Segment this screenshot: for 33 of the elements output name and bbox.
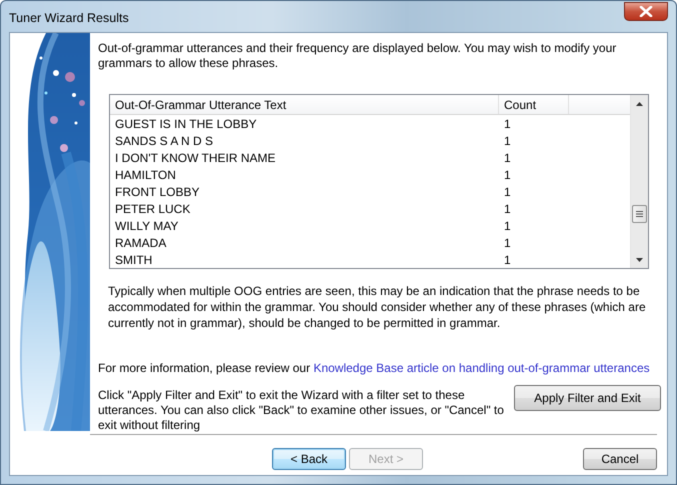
utterance-cell-text: I DON'T KNOW THEIR NAME — [114, 150, 277, 164]
count-cell-text: 1 — [503, 218, 512, 232]
intro-text: Out-of-grammar utterances and their frequency are displayed below. You may wish to modify your grammars to allow these phrases. — [98, 41, 618, 71]
close-button[interactable] — [624, 2, 668, 21]
column-header[interactable]: Out-Of-Grammar Utterance Text — [110, 95, 499, 114]
scroll-thumb[interactable] — [632, 205, 647, 223]
utterance-cell-text: RAMADA — [114, 236, 168, 250]
utterance-cell-text: WILLY MAY — [114, 218, 180, 232]
column-header[interactable]: Count — [499, 95, 569, 114]
count-cell-text: 1 — [503, 150, 512, 164]
utterance-cell-text: HAMILTON — [114, 168, 177, 182]
note-text: Typically when multiple OOG entries are seen, this may be an indication that the phrase needs to be accommodated for within the grammar. You should consider whether any of these phrases (which are currently not in grammar), should be changed to be permitted in grammar. — [108, 283, 647, 331]
utterance-cell-text: SANDS S A N D S — [114, 134, 214, 148]
apply-filter-button[interactable]: Apply Filter and Exit — [514, 385, 661, 411]
knowledge-base-link[interactable]: Knowledge Base article on handling out-of-grammar utterances — [313, 361, 650, 375]
wizard-button[interactable]: Cancel — [583, 448, 657, 470]
info-text: For more information, please review our — [98, 361, 310, 375]
utterance-cell-text: GUEST IS IN THE LOBBY — [114, 116, 258, 130]
scrollbar[interactable] — [630, 95, 648, 268]
wizard-button[interactable]: < Back — [272, 448, 346, 470]
count-cell-text: 1 — [503, 184, 512, 198]
count-cell-text: 1 — [503, 168, 512, 182]
count-cell-text: 1 — [503, 236, 512, 250]
utterance-cell-text: SMITH — [114, 252, 154, 266]
utterance-cell-text: PETER LUCK — [114, 202, 192, 216]
utterance-cell-text: FRONT LOBBY — [114, 184, 200, 198]
count-cell-text: 1 — [503, 134, 512, 148]
close-icon — [639, 6, 653, 17]
instruction-text: Click "Apply Filter and Exit" to exit the Wizard with a filter set to these utterances. You can also click "Back" to examine other issues, or "Cancel" to exit without filtering — [98, 388, 505, 433]
window-title: Tuner Wizard Results — [9, 10, 129, 24]
count-cell-text: 1 — [503, 252, 512, 266]
count-cell-text: 1 — [503, 202, 512, 216]
count-cell-text: 1 — [503, 116, 512, 130]
